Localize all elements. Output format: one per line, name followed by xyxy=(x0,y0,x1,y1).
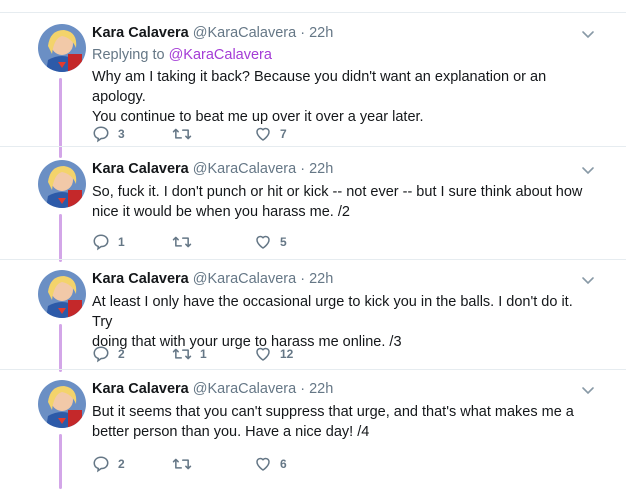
chevron-down-icon[interactable] xyxy=(580,162,596,178)
avatar[interactable] xyxy=(38,380,86,428)
like-icon xyxy=(256,457,270,471)
display-name[interactable]: Kara Calavera xyxy=(92,25,189,41)
handle[interactable]: @KaraCalavera xyxy=(193,25,296,41)
reply-icon xyxy=(93,456,109,473)
reply-count: 3 xyxy=(118,127,125,141)
reply-count: 2 xyxy=(118,347,125,361)
separator-dot: · xyxy=(300,271,306,287)
timestamp[interactable]: 22h xyxy=(309,381,333,397)
tweet-divider xyxy=(0,369,626,370)
like-count: 12 xyxy=(280,347,294,361)
retweet-button[interactable] xyxy=(172,454,200,474)
tweet-text: So, fuck it. I don't punch or hit or kic… xyxy=(92,182,590,222)
like-icon xyxy=(256,235,270,249)
like-icon xyxy=(256,347,270,361)
separator-dot: · xyxy=(300,161,306,177)
replying-to-link[interactable]: @KaraCalavera xyxy=(169,47,272,63)
tweet-text-line: better person than you. Have a nice day!… xyxy=(92,424,370,440)
retweet-count: 1 xyxy=(200,347,207,361)
retweet-button[interactable]: 1 xyxy=(172,344,207,364)
reply-icon xyxy=(93,126,109,143)
like-button[interactable]: 6 xyxy=(254,454,287,474)
chevron-down-icon[interactable] xyxy=(580,272,596,288)
retweet-icon xyxy=(172,128,192,140)
like-button[interactable]: 7 xyxy=(254,124,287,144)
like-count: 5 xyxy=(280,235,287,249)
reply-button[interactable]: 1 xyxy=(92,232,125,252)
chevron-down-icon[interactable] xyxy=(580,26,596,42)
display-name[interactable]: Kara Calavera xyxy=(92,271,189,287)
top-divider xyxy=(0,0,626,13)
reply-button[interactable]: 2 xyxy=(92,344,125,364)
reply-count: 2 xyxy=(118,457,125,471)
reply-icon xyxy=(93,234,109,251)
thread-line xyxy=(59,324,62,372)
tweet-text-line: Why am I taking it back? Because you did… xyxy=(92,69,547,105)
tweet-3[interactable]: Kara Calavera @KaraCalavera · 22h At lea… xyxy=(0,270,626,372)
like-count: 6 xyxy=(280,457,287,471)
reply-icon xyxy=(93,346,109,363)
retweet-icon xyxy=(172,458,192,470)
tweet-text: At least I only have the occasional urge… xyxy=(92,292,590,352)
like-button[interactable]: 5 xyxy=(254,232,287,252)
tweet-text-line: So, fuck it. I don't punch or hit or kic… xyxy=(92,184,583,200)
retweet-button[interactable] xyxy=(172,232,200,252)
tweet-divider xyxy=(0,146,626,147)
like-button[interactable]: 12 xyxy=(254,344,293,364)
reply-button[interactable]: 3 xyxy=(92,124,125,144)
retweet-button[interactable] xyxy=(172,124,200,144)
timestamp[interactable]: 22h xyxy=(309,271,333,287)
thread-line xyxy=(59,214,62,262)
tweet-4[interactable]: Kara Calavera @KaraCalavera · 22h But it… xyxy=(0,380,626,489)
tweet-divider xyxy=(0,259,626,260)
tweet-header: Kara Calavera @KaraCalavera · 22h xyxy=(92,160,590,178)
retweet-icon xyxy=(172,348,192,360)
replying-to: Replying to @KaraCalavera xyxy=(92,45,590,65)
handle[interactable]: @KaraCalavera xyxy=(193,161,296,177)
timestamp[interactable]: 22h xyxy=(309,25,333,41)
separator-dot: · xyxy=(300,381,306,397)
tweet-text-line: nice it would be when you harass me. /2 xyxy=(92,204,350,220)
avatar[interactable] xyxy=(38,24,86,72)
tweet-text: But it seems that you can't suppress tha… xyxy=(92,402,590,442)
replying-to-label: Replying to xyxy=(92,47,169,63)
separator-dot: · xyxy=(300,25,306,41)
handle[interactable]: @KaraCalavera xyxy=(193,271,296,287)
avatar[interactable] xyxy=(38,160,86,208)
avatar[interactable] xyxy=(38,270,86,318)
reply-count: 1 xyxy=(118,235,125,249)
tweet-header: Kara Calavera @KaraCalavera · 22h xyxy=(92,270,590,288)
tweet-header: Kara Calavera @KaraCalavera · 22h xyxy=(92,24,590,42)
timestamp[interactable]: 22h xyxy=(309,161,333,177)
retweet-icon xyxy=(172,236,192,248)
tweet-header: Kara Calavera @KaraCalavera · 22h xyxy=(92,380,590,398)
like-count: 7 xyxy=(280,127,287,141)
chevron-down-icon[interactable] xyxy=(580,382,596,398)
handle[interactable]: @KaraCalavera xyxy=(193,381,296,397)
tweet-1[interactable]: Kara Calavera @KaraCalavera · 22h Replyi… xyxy=(0,24,626,158)
display-name[interactable]: Kara Calavera xyxy=(92,161,189,177)
reply-button[interactable]: 2 xyxy=(92,454,125,474)
tweet-2[interactable]: Kara Calavera @KaraCalavera · 22h So, fu… xyxy=(0,160,626,262)
tweet-text: Why am I taking it back? Because you did… xyxy=(92,67,590,127)
like-icon xyxy=(256,127,270,141)
thread-line xyxy=(59,434,62,489)
display-name[interactable]: Kara Calavera xyxy=(92,381,189,397)
tweet-text-line: At least I only have the occasional urge… xyxy=(92,294,573,330)
tweet-text-line: But it seems that you can't suppress tha… xyxy=(92,404,574,420)
